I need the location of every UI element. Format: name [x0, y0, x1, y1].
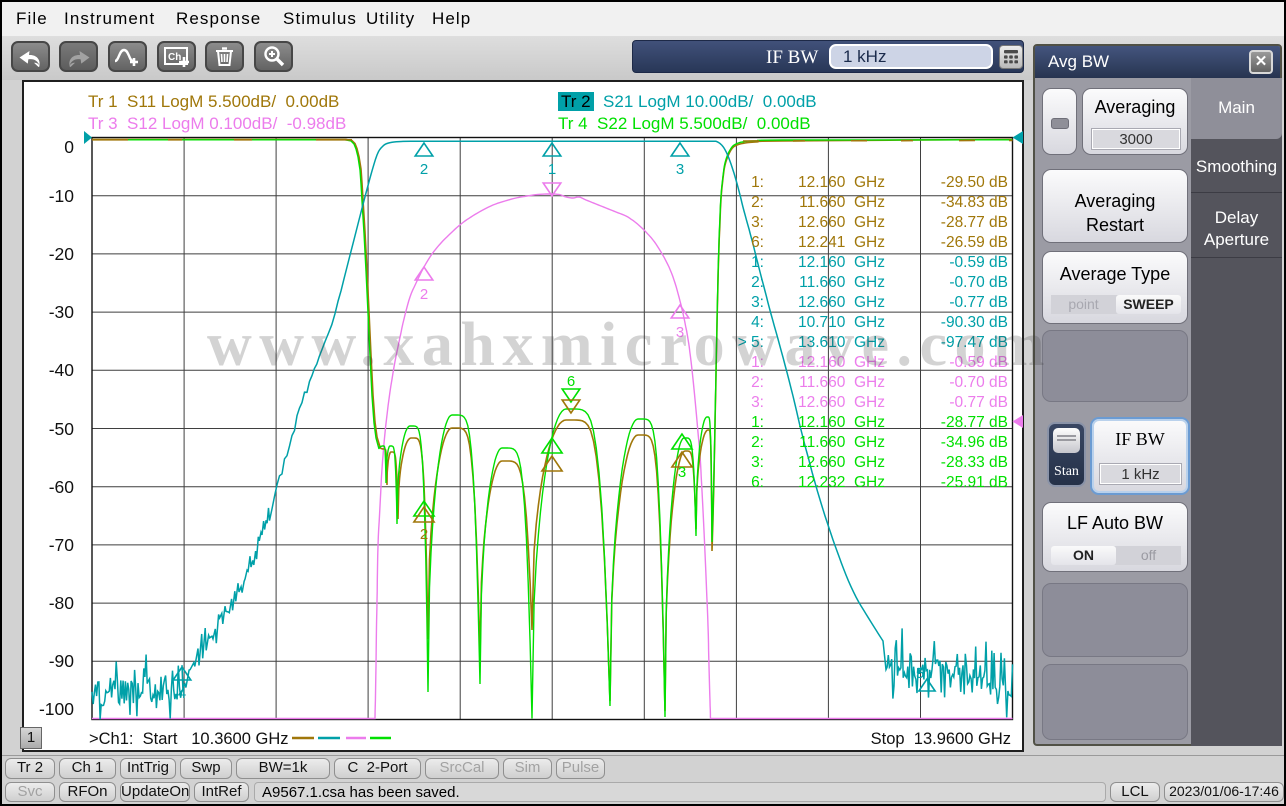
svg-text:-50: -50 — [49, 419, 75, 439]
svg-text:-0.59 dB: -0.59 dB — [949, 254, 1008, 271]
svg-text:-29.50 dB: -29.50 dB — [941, 174, 1008, 191]
svg-text:-40: -40 — [49, 360, 75, 380]
svg-text:4: 4 — [178, 685, 186, 702]
svg-text:12.241 GHz: 12.241 GHz — [798, 234, 885, 251]
svg-text:-20: -20 — [49, 244, 75, 264]
svg-text:Stop 13.9600 GHz: Stop 13.9600 GHz — [871, 730, 1011, 748]
svg-text:2:: 2: — [751, 194, 764, 211]
svg-text:1: 1 — [548, 161, 556, 178]
svg-text:-28.77 dB: -28.77 dB — [941, 414, 1008, 431]
svg-text:-28.77 dB: -28.77 dB — [941, 214, 1008, 231]
svg-text:2: 2 — [420, 161, 428, 178]
svg-text:6:: 6: — [751, 474, 764, 491]
svg-text:2:: 2: — [751, 434, 764, 451]
svg-text:12.232 GHz: 12.232 GHz — [798, 474, 885, 491]
svg-text:6:: 6: — [751, 234, 764, 251]
svg-text:-34.96 dB: -34.96 dB — [941, 434, 1008, 451]
svg-text:11.660 GHz: 11.660 GHz — [799, 434, 885, 451]
svg-text:-60: -60 — [49, 477, 75, 497]
svg-text:11.660 GHz: 11.660 GHz — [799, 194, 885, 211]
svg-text:12.660 GHz: 12.660 GHz — [798, 394, 885, 411]
svg-text:3:: 3: — [751, 294, 764, 311]
svg-text:3:: 3: — [751, 214, 764, 231]
svg-text:2: 2 — [420, 286, 428, 303]
svg-text:2:: 2: — [751, 274, 764, 291]
svg-text:-70: -70 — [49, 535, 75, 555]
svg-text:0: 0 — [64, 137, 74, 157]
svg-text:3:: 3: — [751, 394, 764, 411]
svg-text:-0.70 dB: -0.70 dB — [949, 274, 1008, 291]
svg-text:-25.91 dB: -25.91 dB — [941, 474, 1008, 491]
svg-text:-0.77 dB: -0.77 dB — [949, 294, 1008, 311]
svg-text:12.660 GHz: 12.660 GHz — [798, 294, 885, 311]
svg-text:-28.33 dB: -28.33 dB — [941, 454, 1008, 471]
svg-text:12.160 GHz: 12.160 GHz — [798, 254, 885, 271]
svg-text:-30: -30 — [49, 302, 75, 322]
svg-text:3:: 3: — [751, 454, 764, 471]
svg-text:1:: 1: — [751, 254, 764, 271]
svg-text:1:: 1: — [751, 414, 764, 431]
svg-text:-26.59 dB: -26.59 dB — [941, 234, 1008, 251]
svg-text:>Ch1: Start 10.3600 GHz: >Ch1: Start 10.3600 GHz — [89, 730, 288, 748]
svg-text:-0.77 dB: -0.77 dB — [949, 394, 1008, 411]
svg-text:11.660 GHz: 11.660 GHz — [799, 274, 885, 291]
svg-text:-10: -10 — [49, 186, 75, 206]
svg-text:12.160 GHz: 12.160 GHz — [798, 414, 885, 431]
svg-text:5: 5 — [916, 665, 924, 682]
svg-text:-90: -90 — [49, 651, 75, 671]
svg-text:12.660 GHz: 12.660 GHz — [798, 454, 885, 471]
svg-text:12.160 GHz: 12.160 GHz — [798, 174, 885, 191]
svg-text:3: 3 — [678, 464, 686, 481]
svg-text:1:: 1: — [751, 174, 764, 191]
svg-text:12.660 GHz: 12.660 GHz — [798, 214, 885, 231]
svg-text:2: 2 — [420, 526, 428, 543]
svg-text:-100: -100 — [39, 699, 74, 719]
svg-text:-34.83 dB: -34.83 dB — [941, 194, 1008, 211]
svg-text:3: 3 — [676, 161, 684, 178]
svg-text:-80: -80 — [49, 593, 75, 613]
